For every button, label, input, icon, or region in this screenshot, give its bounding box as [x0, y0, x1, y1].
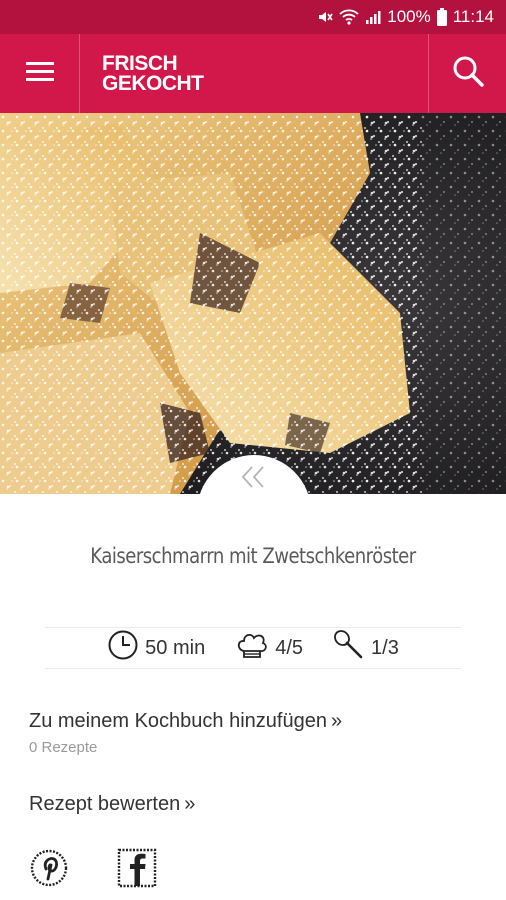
recipe-hero-image [0, 113, 506, 494]
chef-hat-icon [235, 630, 269, 666]
logo-line-2: GEKOCHT [102, 71, 204, 95]
difficulty: 4/5 [235, 630, 303, 666]
recipe-title: Kaiserschmarrn mit Zwetschkenröster [90, 544, 416, 568]
facebook-icon [117, 848, 157, 893]
pinterest-button[interactable] [29, 848, 69, 893]
pinterest-icon [29, 848, 69, 893]
double-chevron-right-icon: » [184, 793, 196, 815]
rate-recipe-label: Rezept bewerten [29, 793, 181, 815]
app-logo[interactable]: FRISCH GEKOCHT [80, 34, 428, 113]
clock-icon [107, 629, 139, 667]
effort: 1/3 [333, 629, 399, 667]
effort-value: 1/3 [371, 636, 399, 659]
battery-percent: 100% [387, 7, 431, 26]
facebook-button[interactable] [117, 848, 157, 893]
search-button[interactable] [428, 34, 506, 113]
logo-line-1: FRISCH [102, 51, 178, 75]
add-to-cookbook-link[interactable]: Zu meinem Kochbuch hinzufügen» 0 Rezepte [29, 710, 342, 756]
app-bar: FRISCH GEKOCHT [0, 34, 506, 113]
search-icon [451, 54, 485, 93]
clock: 11:14 [452, 7, 494, 26]
rate-recipe-link[interactable]: Rezept bewerten» [29, 793, 195, 816]
wifi-icon [339, 9, 359, 25]
menu-button[interactable] [0, 34, 80, 113]
status-bar: 100% 11:14 [0, 0, 506, 34]
recipe-info-row: 50 min 4/5 1/3 [45, 627, 461, 669]
hamburger-icon [25, 60, 54, 87]
cooking-time-value: 50 min [145, 636, 206, 659]
cookbook-count: 0 Rezepte [29, 739, 98, 756]
social-share [29, 848, 157, 893]
add-to-cookbook-label: Zu meinem Kochbuch hinzufügen [29, 710, 327, 732]
signal-icon [365, 9, 381, 25]
difficulty-value: 4/5 [275, 636, 304, 659]
spoon-icon [333, 629, 365, 667]
cooking-time: 50 min [107, 629, 205, 667]
battery-icon [436, 8, 447, 26]
mute-icon [317, 9, 333, 25]
double-chevron-right-icon: » [330, 710, 343, 732]
